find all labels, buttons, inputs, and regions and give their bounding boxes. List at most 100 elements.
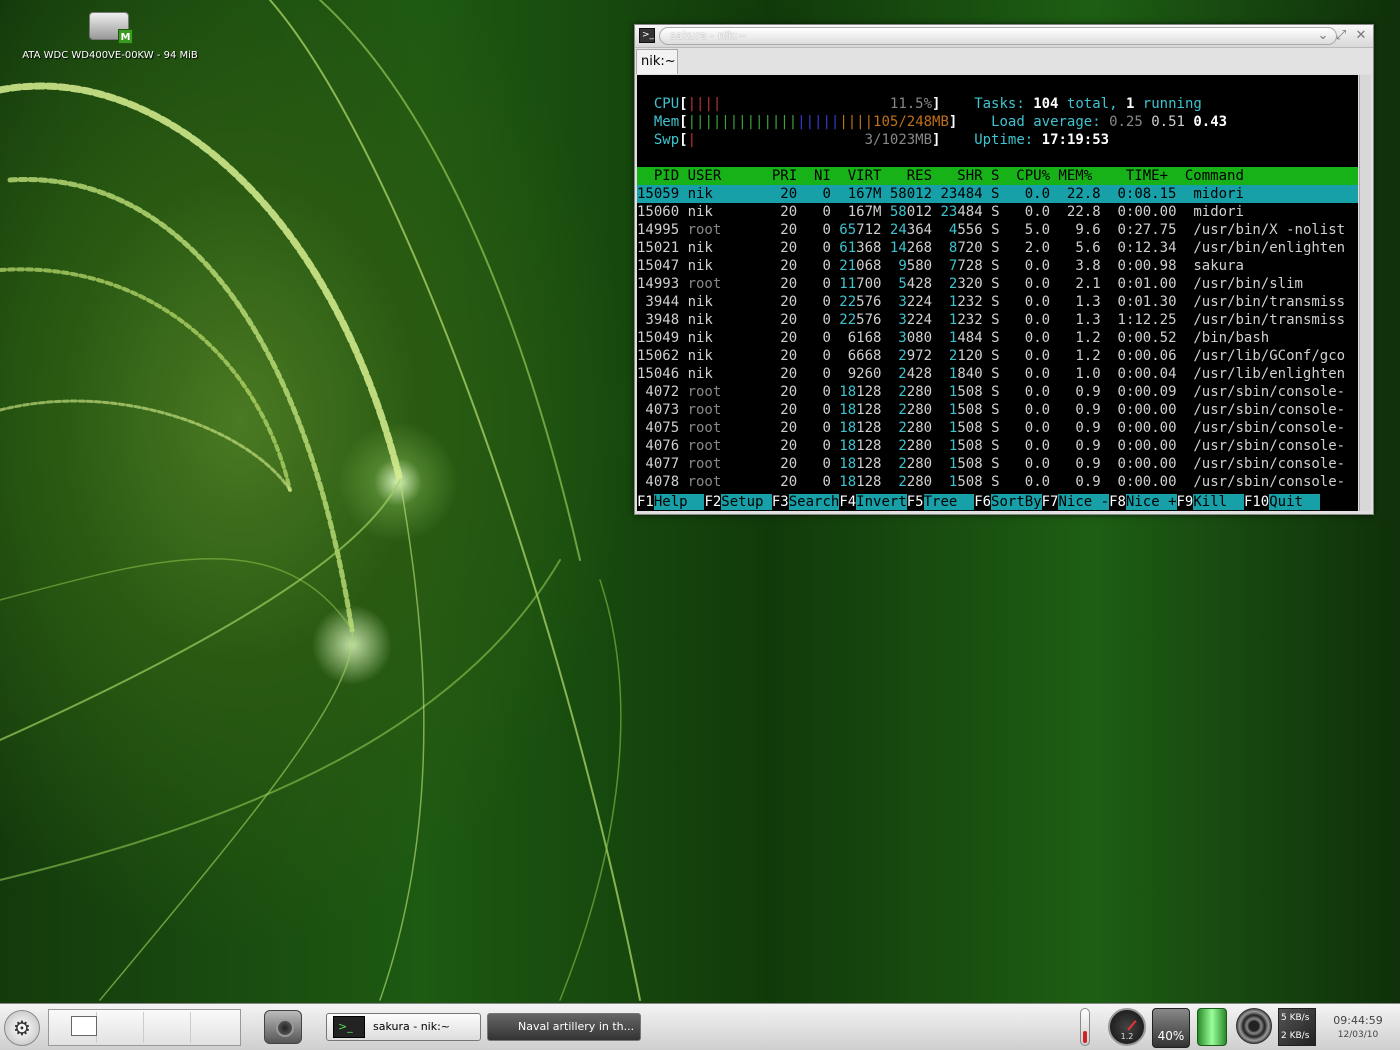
fkey-label[interactable]: Invert [856,494,907,510]
pager-window-thumb [71,1016,97,1036]
cell-virt: 9260 [830,366,882,382]
terminal-scrollbar[interactable] [1359,75,1371,511]
cell-pri-ni: 20 0 [763,384,831,400]
cell-pid: 3944 [637,294,688,310]
cell-pid: 4076 [637,438,688,454]
terminal-window[interactable]: >_ sakura - nik:~ ⌄ ⤢ ✕ nik:~ CPU[|||| 1… [634,24,1374,515]
meter-label: Mem [637,114,680,130]
cell-pid: 14993 [637,276,688,292]
clock[interactable]: 09:44:59 12/03/10 [1328,1008,1388,1040]
maximize-icon[interactable]: ⤢ [1333,28,1349,44]
cell-res: 58012 [881,186,933,202]
htop-screen[interactable]: CPU[|||| 11.5%] Tasks: 104 total, 1 runn… [637,75,1358,511]
tab-nik[interactable]: nik:~ [636,49,678,74]
cell-pri-ni: 20 0 [763,402,831,418]
fkey-label[interactable]: SortBy [991,494,1042,510]
cell-pri-ni: 20 0 [763,348,831,364]
cell-rest: S 0.0 1.2 0:00.52 /bin/bash [982,330,1270,346]
cell-pri-ni: 20 0 [763,366,831,382]
clock-date: 12/03/10 [1337,1030,1379,1040]
cell-rest: S 5.0 9.6 0:27.75 /usr/bin/X -nolist [982,222,1346,238]
cell-user: root [687,474,764,490]
cell-user: nik [687,312,764,328]
minimize-chevron-icon[interactable]: ⌄ [1315,28,1331,44]
fkey-label[interactable]: Tree [923,494,975,510]
fkey-label[interactable]: Setup [721,494,772,510]
cpu-gauge-icon[interactable]: 1.2 [1108,1008,1146,1046]
meter-cpu: CPU[|||| 11.5%] Tasks: 104 total, 1 runn… [637,96,1202,112]
fkey-label[interactable]: Kill [1193,494,1244,510]
drive-desktop-icon[interactable]: M ATA WDC WD400VE-00KW - 94 MiB [10,8,210,61]
pager-desk-1[interactable] [51,1012,97,1043]
table-row[interactable]: 4073 root 20 0 18128 2280 1508 S 0.0 0.9… [637,401,1345,419]
fkey-label[interactable]: Quit [1269,494,1320,510]
cell-pid: 3948 [637,312,688,328]
start-menu-button[interactable]: ⚙ [4,1010,40,1046]
fkey-f4: F4 [839,494,857,510]
meter-label: Swp [637,132,680,148]
table-row[interactable]: 4077 root 20 0 18128 2280 1508 S 0.0 0.9… [637,455,1345,473]
table-row[interactable]: 3944 nik 20 0 22576 3224 1232 S 0.0 1.3 … [637,293,1345,311]
table-row[interactable]: 4076 root 20 0 18128 2280 1508 S 0.0 0.9… [637,437,1345,455]
table-row[interactable]: 15046 nik 20 0 9260 2428 1840 S 0.0 1.0 … [637,365,1345,383]
terminal-icon: >_ [639,28,655,43]
battery-value: 40% [1157,1029,1185,1043]
close-icon[interactable]: ✕ [1353,28,1369,44]
cell-rest: S 0.0 0.9 0:00.00 /usr/sbin/console- [982,456,1346,472]
cell-pid: 4078 [637,474,688,490]
pager-desk-4[interactable] [192,1012,238,1043]
fkey-label[interactable]: Search [788,494,840,510]
window-titlebar[interactable]: >_ sakura - nik:~ ⌄ ⤢ ✕ [635,25,1373,47]
net-down: 2 KB/s [1281,1031,1310,1041]
cell-pri-ni: 20 0 [763,186,831,202]
network-monitor[interactable]: 5 KB/s 2 KB/s [1278,1008,1316,1046]
cell-user: nik [687,258,764,274]
table-row[interactable]: 14995 root 20 0 65712 24364 4556 S 5.0 9… [637,221,1345,239]
drive-label: ATA WDC WD400VE-00KW - 94 MiB [22,50,198,61]
meter-label: CPU [637,96,680,112]
gear-icon: ⚙ [13,1016,31,1040]
table-row[interactable]: 14993 root 20 0 11700 5428 2320 S 0.0 2.… [637,275,1303,293]
table-row[interactable]: 15021 nik 20 0 61368 14268 8720 S 2.0 5.… [637,239,1345,257]
cell-pri-ni: 20 0 [763,420,831,436]
load-1: 0.25 [1100,114,1143,130]
cell-rest: S 0.0 0.9 0:00.00 /usr/sbin/console- [982,474,1346,490]
fkey-f1: F1 [637,494,654,510]
desktop-pager[interactable] [48,1009,241,1046]
fkey-f8: F8 [1109,494,1126,510]
screenshot-camera-icon[interactable] [264,1010,302,1044]
cell-user: root [687,402,764,418]
fkey-label[interactable]: Nice + [1125,494,1177,510]
speaker-icon[interactable] [1236,1008,1272,1044]
battery-icon[interactable]: 40% [1152,1008,1190,1048]
cell-pri-ni: 20 0 [763,474,831,490]
pager-desk-3[interactable] [145,1012,191,1043]
task-button-terminal[interactable]: >_ sakura - nik:~ [326,1013,481,1041]
tasks-total: 104 [1033,96,1059,112]
thermometer-icon[interactable] [1080,1008,1090,1046]
fkey-label[interactable]: Help [653,494,705,510]
table-row[interactable]: 3948 nik 20 0 22576 3224 1232 S 0.0 1.3 … [637,311,1345,329]
cpu-bars: |||| [687,96,722,112]
function-key-bar: F1Help F2Setup F3SearchF4InvertF5Tree F6… [637,493,1320,511]
cell-virt: 6668 [830,348,882,364]
cell-rest: S 0.0 22.8 0:00.00 midori [982,204,1244,220]
cell-user: nik [687,204,764,220]
fkey-label[interactable]: Nice - [1058,494,1110,510]
cell-pri-ni: 20 0 [763,330,831,346]
task-label: Naval artillery in th... [518,1020,635,1033]
table-row[interactable]: 15059 nik 20 0 167M 58012 23484 S 0.0 22… [637,185,1358,203]
table-row[interactable]: 15049 nik 20 0 6168 3080 1484 S 0.0 1.2 … [637,329,1269,347]
table-row[interactable]: 4075 root 20 0 18128 2280 1508 S 0.0 0.9… [637,419,1345,437]
cell-user: nik [687,294,764,310]
trash-can-icon[interactable] [1197,1008,1227,1046]
pager-desk-2[interactable] [98,1012,144,1043]
table-row[interactable]: 4078 root 20 0 18128 2280 1508 S 0.0 0.9… [637,473,1345,491]
fkey-f6: F6 [974,494,992,510]
table-row[interactable]: 15047 nik 20 0 21068 9580 7728 S 0.0 3.8… [637,257,1244,275]
table-row[interactable]: 15062 nik 20 0 6668 2972 2120 S 0.0 1.2 … [637,347,1345,365]
cell-user: nik [687,186,764,202]
table-row[interactable]: 4072 root 20 0 18128 2280 1508 S 0.0 0.9… [637,383,1345,401]
table-row[interactable]: 15060 nik 20 0 167M 58012 23484 S 0.0 22… [637,203,1244,221]
task-button-browser[interactable]: Naval artillery in th... [487,1013,641,1041]
